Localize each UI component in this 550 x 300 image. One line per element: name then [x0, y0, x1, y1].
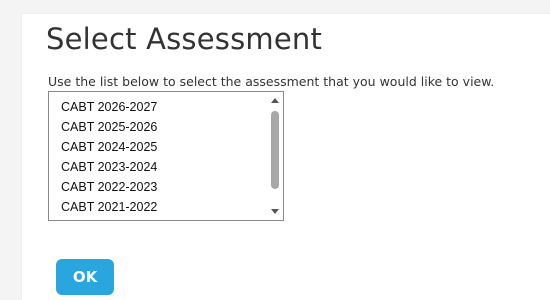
scroll-down-arrow-icon[interactable]: [267, 204, 283, 218]
listbox-scrollbar[interactable]: [267, 92, 283, 220]
assessment-options: CABT 2026-2027 CABT 2025-2026 CABT 2024-…: [49, 92, 267, 220]
assessment-listbox[interactable]: CABT 2026-2027 CABT 2025-2026 CABT 2024-…: [48, 91, 284, 221]
assessment-option[interactable]: CABT 2021-2022: [49, 197, 267, 217]
scroll-thumb[interactable]: [271, 111, 279, 189]
page-title: Select Assessment: [46, 22, 323, 56]
select-assessment-panel: Select Assessment Use the list below to …: [22, 14, 550, 300]
assessment-option[interactable]: CABT 2024-2025: [49, 137, 267, 157]
assessment-option[interactable]: CABT 2025-2026: [49, 117, 267, 137]
ok-button[interactable]: OK: [56, 259, 114, 295]
assessment-option[interactable]: CABT 2026-2027: [49, 97, 267, 117]
instructions-text: Use the list below to select the assessm…: [48, 74, 495, 89]
assessment-option[interactable]: CABT 2023-2024: [49, 157, 267, 177]
assessment-option[interactable]: CABT 2022-2023: [49, 177, 267, 197]
scroll-up-arrow-icon[interactable]: [267, 94, 283, 108]
